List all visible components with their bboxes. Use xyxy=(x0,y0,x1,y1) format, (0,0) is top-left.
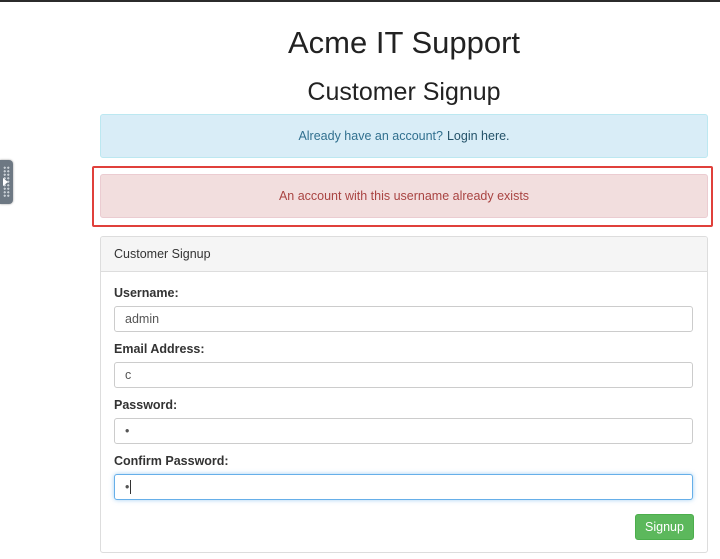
confirm-password-field[interactable]: • xyxy=(114,474,693,500)
email-value: c xyxy=(125,368,132,382)
password-label: Password: xyxy=(114,398,178,412)
error-highlight-box xyxy=(92,166,713,227)
text-cursor xyxy=(130,480,132,494)
password-value: • xyxy=(125,424,130,438)
signup-button[interactable]: Signup xyxy=(635,514,694,540)
username-label: Username: xyxy=(114,286,179,300)
password-field[interactable]: • xyxy=(114,418,693,444)
play-arrow-icon xyxy=(3,178,8,186)
email-label: Email Address: xyxy=(114,342,205,356)
login-link[interactable]: Login here. xyxy=(447,129,510,143)
signup-form-panel: Customer Signup Username: admin Email Ad… xyxy=(100,236,708,553)
window-top-border xyxy=(0,0,720,2)
app-title: Acme IT Support xyxy=(287,25,521,60)
username-field[interactable]: admin xyxy=(114,306,693,332)
email-field[interactable]: c xyxy=(114,362,693,388)
info-alert-text: Already have an account? xyxy=(298,129,443,143)
panel-heading: Customer Signup xyxy=(101,237,707,272)
confirm-password-label: Confirm Password: xyxy=(114,454,229,468)
username-value: admin xyxy=(125,312,160,326)
page-title: Customer Signup xyxy=(307,78,501,106)
login-info-alert: Already have an account? Login here. xyxy=(100,114,708,158)
side-panel-toggle[interactable] xyxy=(0,160,13,204)
confirm-password-value: • xyxy=(125,480,130,494)
